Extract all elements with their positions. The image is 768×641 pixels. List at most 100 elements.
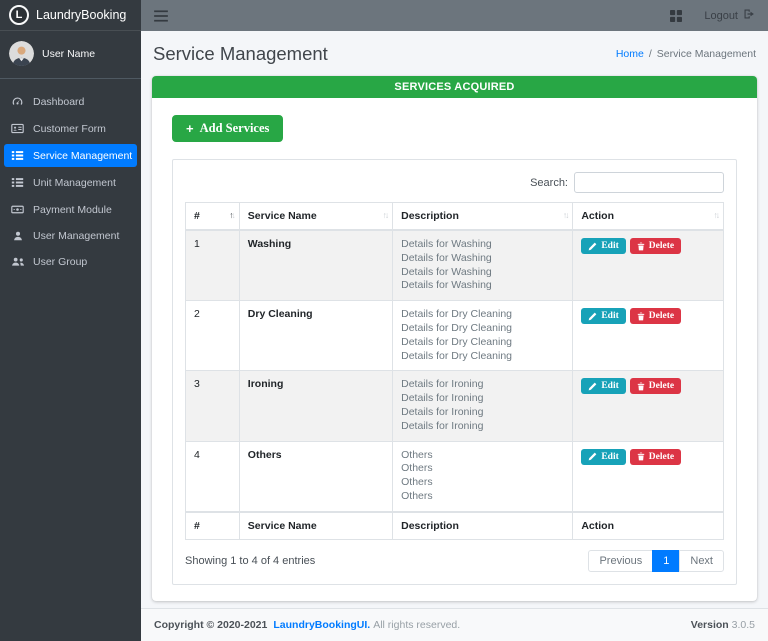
service-name: Others (239, 441, 392, 512)
delete-button[interactable]: Delete (630, 378, 681, 394)
row-actions: Edit Delete (573, 371, 724, 441)
page-footer: Copyright © 2020-2021 LaundryBookingUI.Al… (141, 608, 768, 641)
sidebar-item-label: User Group (33, 256, 87, 268)
column-header-service-name[interactable]: Service Name ↑↓ (239, 203, 392, 231)
payment-icon (10, 203, 25, 216)
service-name: Ironing (239, 371, 392, 441)
dashboard-icon (10, 95, 25, 108)
sidebar-item-payment-module[interactable]: Payment Module (4, 198, 137, 221)
search-label: Search: (530, 177, 568, 189)
rights-text: All rights reserved. (373, 619, 460, 631)
sidebar-item-label: Service Management (33, 150, 132, 162)
edit-button[interactable]: Edit (581, 449, 625, 465)
delete-button[interactable]: Delete (630, 238, 681, 254)
user-avatar (9, 41, 34, 66)
edit-button[interactable]: Edit (581, 308, 625, 324)
user-panel[interactable]: User Name (0, 31, 141, 79)
card-header: SERVICES ACQUIRED (152, 76, 757, 98)
add-services-label: Add Services (200, 121, 270, 136)
logout-button[interactable]: Logout (704, 8, 755, 23)
delete-button[interactable]: Delete (630, 449, 681, 465)
services-table: # ↑↓ Service Name ↑↓ Description ↑↓ (185, 202, 724, 540)
brand-name: LaundryBooking (36, 8, 126, 22)
service-description: Others Others Others Others (393, 441, 573, 512)
pagination-page-1-button[interactable]: 1 (652, 550, 680, 572)
copyright-text: Copyright © 2020-2021 (154, 619, 267, 631)
row-actions: Edit Delete (573, 441, 724, 512)
sidebar-item-label: Payment Module (33, 204, 112, 216)
sidebar-item-dashboard[interactable]: Dashboard (4, 90, 137, 113)
breadcrumb-home-link[interactable]: Home (616, 48, 644, 60)
add-services-button[interactable]: + Add Services (172, 115, 283, 142)
table-footer: Showing 1 to 4 of 4 entries Previous 1 N… (185, 550, 724, 572)
search-input[interactable] (574, 172, 724, 193)
sidebar-item-unit-management[interactable]: Unit Management (4, 171, 137, 194)
version-value: 3.0.5 (732, 619, 755, 631)
pencil-icon (588, 452, 597, 461)
sort-icon: ↑↓ (563, 210, 568, 220)
trash-icon (637, 452, 645, 461)
datatable-panel: Search: # ↑↓ Service Name (172, 159, 737, 585)
services-card: SERVICES ACQUIRED + Add Services Search: (152, 76, 757, 601)
brand[interactable]: L LaundryBooking (0, 0, 141, 31)
edit-button[interactable]: Edit (581, 238, 625, 254)
grid-icon[interactable] (670, 10, 682, 22)
brand-logo-icon: L (9, 5, 29, 25)
card-body: + Add Services Search: # ↑↓ (152, 98, 757, 601)
service-description: Details for Ironing Details for Ironing … (393, 371, 573, 441)
menu-toggle-icon[interactable] (154, 10, 168, 22)
sidebar-item-user-group[interactable]: User Group (4, 251, 137, 273)
user-name: User Name (42, 48, 95, 60)
sidebar-item-customer-form[interactable]: Customer Form (4, 117, 137, 140)
copyright: Copyright © 2020-2021 LaundryBookingUI.Al… (154, 619, 463, 631)
trash-icon (637, 242, 645, 251)
sidebar-item-label: Dashboard (33, 96, 84, 108)
table-row: 3 Ironing Details for Ironing Details fo… (186, 371, 724, 441)
table-info: Showing 1 to 4 of 4 entries (185, 555, 315, 567)
pencil-icon (588, 382, 597, 391)
sort-icon: ↑↓ (714, 210, 719, 220)
footer-brand-link[interactable]: LaundryBookingUI. (273, 619, 370, 631)
service-description: Details for Dry Cleaning Details for Dry… (393, 301, 573, 371)
row-number: 1 (186, 230, 240, 301)
users-icon (10, 256, 25, 268)
pagination: Previous 1 Next (588, 550, 724, 572)
column-header-action[interactable]: Action ↑↓ (573, 203, 724, 231)
main-content: Service Management Home / Service Manage… (141, 31, 768, 608)
edit-button[interactable]: Edit (581, 378, 625, 394)
sidebar-item-service-management[interactable]: Service Management (4, 144, 137, 167)
column-header-description[interactable]: Description ↑↓ (393, 203, 573, 231)
search-row: Search: (185, 172, 724, 193)
service-name: Washing (239, 230, 392, 301)
trash-icon (637, 382, 645, 391)
sidebar-item-label: Unit Management (33, 177, 116, 189)
table-header-row: # ↑↓ Service Name ↑↓ Description ↑↓ (186, 203, 724, 231)
version-label: Version (691, 619, 729, 631)
user-icon (10, 230, 25, 242)
table-footer-row: # Service Name Description Action (186, 512, 724, 540)
logout-label: Logout (704, 10, 738, 22)
pagination-next-button[interactable]: Next (679, 550, 724, 572)
sort-icon: ↑↓ (383, 210, 388, 220)
footer-column-number: # (186, 512, 240, 540)
sidebar-item-label: User Management (33, 230, 119, 242)
sidebar: L LaundryBooking User Name Dashboard Cus… (0, 0, 141, 641)
sidebar-item-label: Customer Form (33, 123, 106, 135)
breadcrumb-separator: / (649, 48, 652, 60)
table-row: 1 Washing Details for Washing Details fo… (186, 230, 724, 301)
footer-column-action: Action (573, 512, 724, 540)
pagination-previous-button[interactable]: Previous (588, 550, 653, 572)
service-name: Dry Cleaning (239, 301, 392, 371)
breadcrumb: Home / Service Management (616, 48, 756, 60)
table-row: 2 Dry Cleaning Details for Dry Cleaning … (186, 301, 724, 371)
list-icon (10, 149, 25, 162)
trash-icon (637, 312, 645, 321)
delete-button[interactable]: Delete (630, 308, 681, 324)
column-header-number[interactable]: # ↑↓ (186, 203, 240, 231)
list-icon (10, 176, 25, 189)
footer-column-service-name: Service Name (239, 512, 392, 540)
row-actions: Edit Delete (573, 230, 724, 301)
sidebar-item-user-management[interactable]: User Management (4, 225, 137, 247)
page-title: Service Management (153, 43, 328, 65)
topbar-right: Logout (670, 8, 755, 23)
